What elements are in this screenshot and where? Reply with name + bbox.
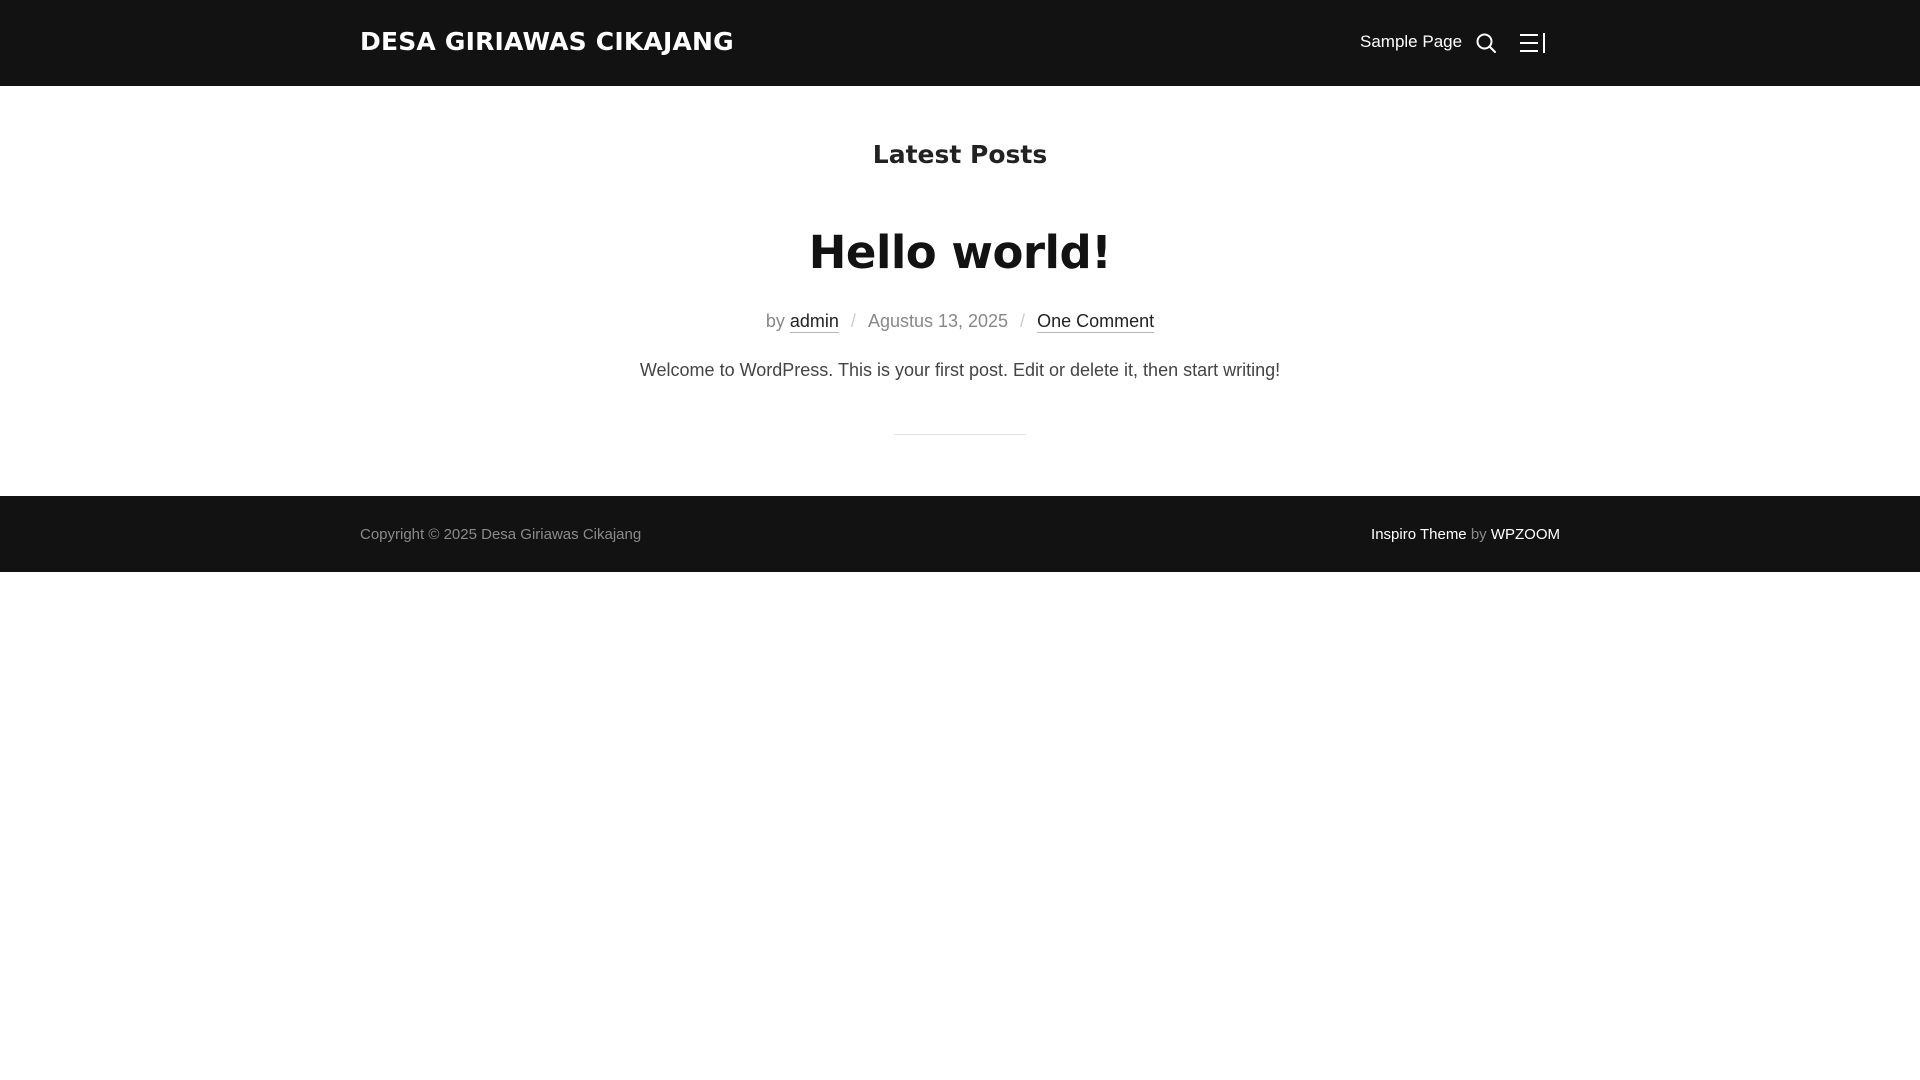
- sidebar-menu-icon[interactable]: [1520, 33, 1546, 53]
- post-author-link[interactable]: admin: [789, 311, 839, 333]
- credits-by-label: by: [1470, 526, 1487, 543]
- nav-link-sample-page[interactable]: Sample Page: [1360, 31, 1462, 53]
- post-meta: by admin / Agustus 13, 2025 / One Comment: [0, 309, 1920, 333]
- meta-separator: /: [850, 311, 856, 331]
- post-meta-by-label: by: [765, 311, 785, 331]
- search-icon[interactable]: [1474, 31, 1498, 55]
- post-date[interactable]: Agustus 13, 2025: [868, 311, 1008, 331]
- post-comments-link[interactable]: One Comment: [1037, 311, 1155, 333]
- theme-link[interactable]: Inspiro Theme: [1371, 526, 1467, 543]
- site-title-link[interactable]: DESA GIRIAWAS CIKAJANG: [360, 26, 734, 58]
- site-footer: Copyright © 2025 Desa Giriawas Cikajang …: [0, 496, 1920, 572]
- post-divider: [894, 434, 1026, 435]
- page-title: Latest Posts: [872, 140, 1048, 169]
- post-excerpt: Welcome to WordPress. This is your first…: [639, 360, 1281, 380]
- meta-separator: /: [1020, 311, 1026, 331]
- copyright-text: Copyright © 2025 Desa Giriawas Cikajang: [360, 526, 642, 543]
- footer-credits: Inspiro Theme by WPZOOM: [1371, 525, 1560, 545]
- site-header: DESA GIRIAWAS CIKAJANG Sample Page: [0, 0, 1920, 86]
- post-title-link[interactable]: Hello world!: [0, 222, 1920, 284]
- vendor-link[interactable]: WPZOOM: [1491, 526, 1560, 543]
